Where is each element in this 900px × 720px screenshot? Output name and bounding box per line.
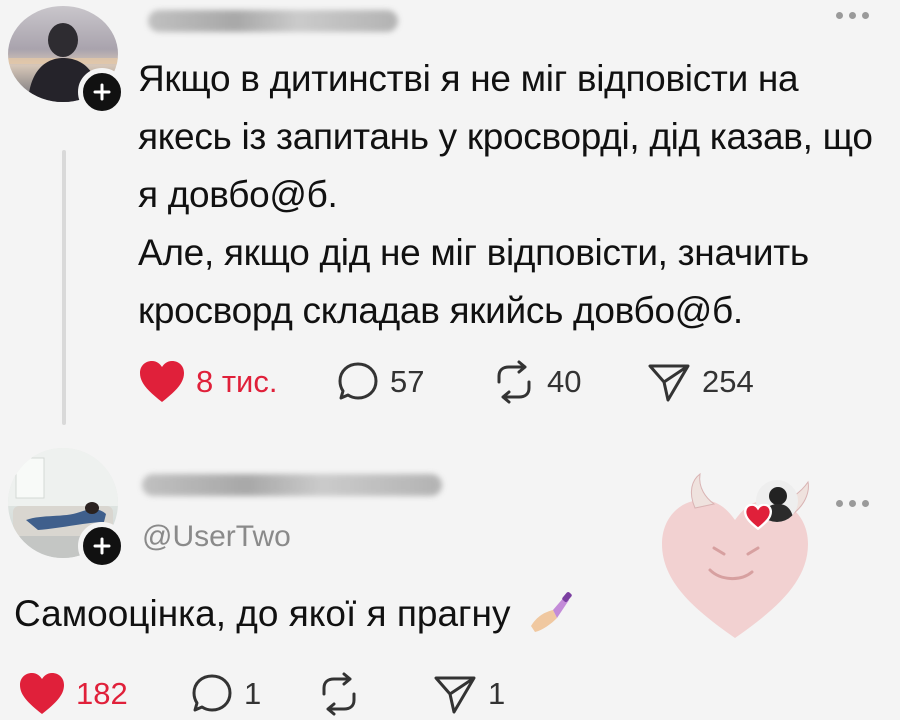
post-body: Самооцінка, до якої я прагну xyxy=(14,590,573,635)
repost-icon xyxy=(497,360,531,404)
share-count: 254 xyxy=(702,364,754,399)
post-paragraph: Але, якщо дід не міг відповісти, значить… xyxy=(138,232,809,331)
devil-heart-sticker-icon xyxy=(662,472,809,638)
comment-button[interactable]: 1 xyxy=(190,672,316,716)
like-button[interactable]: 8 тис. xyxy=(138,360,336,404)
comment-icon xyxy=(192,674,232,712)
post-actions: 8 тис. 57 40 254 xyxy=(138,360,754,404)
repost-button[interactable] xyxy=(316,672,432,716)
heart-filled-icon xyxy=(20,673,64,714)
post-body: Якщо в дитинстві я не міг відповісти на … xyxy=(138,50,878,340)
author-name-blurred[interactable] xyxy=(148,10,398,32)
follow-button[interactable] xyxy=(78,522,126,570)
follow-button[interactable] xyxy=(78,68,126,116)
repost-icon xyxy=(322,672,356,716)
send-icon xyxy=(648,364,690,402)
post-paragraph: Якщо в дитинстві я не міг відповісти на … xyxy=(138,58,873,215)
thread-line xyxy=(62,150,66,425)
comment-button[interactable]: 57 xyxy=(336,360,491,404)
repost-count: 40 xyxy=(547,364,582,399)
like-button[interactable]: 182 xyxy=(18,672,190,716)
share-button[interactable]: 254 xyxy=(646,360,754,404)
share-count: 1 xyxy=(488,676,506,711)
share-button[interactable]: 1 xyxy=(432,672,505,716)
send-icon xyxy=(434,676,476,714)
post-actions: 182 1 1 xyxy=(18,672,505,716)
heart-filled-icon xyxy=(744,504,772,530)
more-dots-icon xyxy=(836,500,843,507)
heart-filled-icon xyxy=(140,361,184,402)
like-count: 182 xyxy=(76,676,128,711)
author-name-blurred[interactable] xyxy=(142,474,442,496)
comment-count: 57 xyxy=(390,364,425,399)
more-dots-icon xyxy=(836,12,843,19)
comment-count: 1 xyxy=(244,676,262,711)
plus-icon xyxy=(93,537,111,555)
like-count: 8 тис. xyxy=(196,364,278,399)
author-handle[interactable]: @UserTwo xyxy=(142,520,291,554)
more-options-button[interactable] xyxy=(836,500,869,507)
nail-polish-icon xyxy=(530,592,572,632)
post-text: Самооцінка, до якої я прагну xyxy=(14,593,511,634)
plus-icon xyxy=(93,83,111,101)
more-options-button[interactable] xyxy=(836,12,869,19)
comment-icon xyxy=(338,362,378,400)
repost-button[interactable]: 40 xyxy=(491,360,646,404)
